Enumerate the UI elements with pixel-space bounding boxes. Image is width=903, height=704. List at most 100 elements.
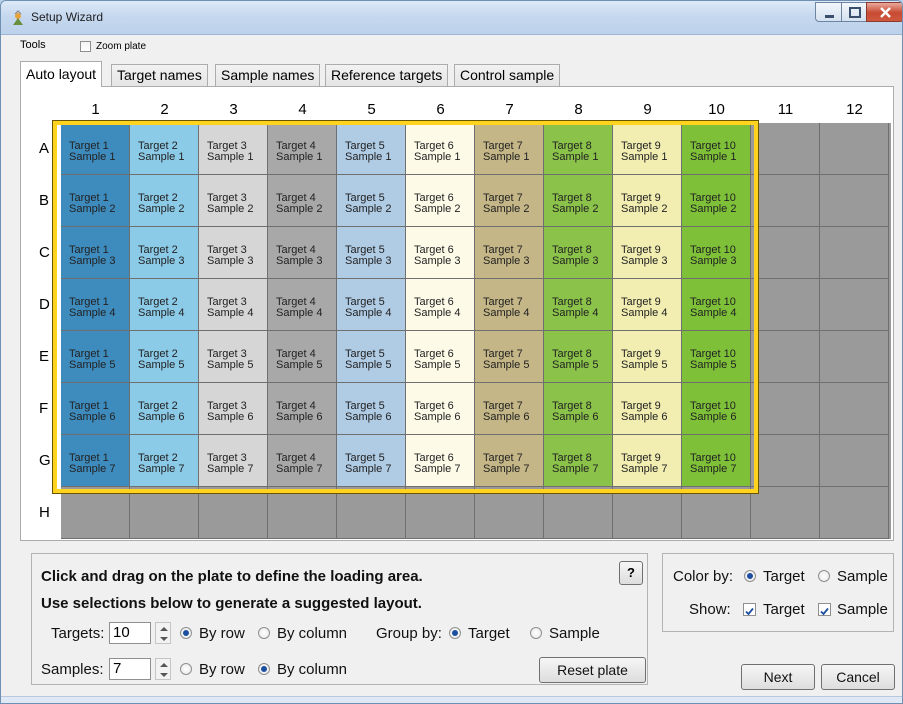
targets-count-input[interactable]: 10 bbox=[109, 622, 151, 644]
plate-well[interactable]: Target 8 Sample 1 bbox=[544, 123, 613, 175]
row-header[interactable]: B bbox=[39, 192, 49, 209]
plate-well[interactable]: Target 3 Sample 2 bbox=[199, 175, 268, 227]
plate-well[interactable]: Target 1 Sample 7 bbox=[61, 435, 130, 487]
plate-well[interactable]: Target 7 Sample 5 bbox=[475, 331, 544, 383]
plate-well[interactable]: Target 4 Sample 1 bbox=[268, 123, 337, 175]
plate-well[interactable] bbox=[199, 487, 268, 539]
plate-well[interactable]: Target 8 Sample 5 bbox=[544, 331, 613, 383]
plate-well[interactable] bbox=[544, 487, 613, 539]
show-sample-checkbox[interactable] bbox=[818, 603, 831, 616]
plate-well[interactable]: Target 2 Sample 2 bbox=[130, 175, 199, 227]
plate-well[interactable]: Target 8 Sample 3 bbox=[544, 227, 613, 279]
plate-well[interactable]: Target 10 Sample 6 bbox=[682, 383, 751, 435]
plate-well[interactable]: Target 5 Sample 6 bbox=[337, 383, 406, 435]
plate-well[interactable]: Target 1 Sample 6 bbox=[61, 383, 130, 435]
plate-well[interactable]: Target 6 Sample 2 bbox=[406, 175, 475, 227]
column-header[interactable]: 11 bbox=[751, 101, 820, 118]
plate-well[interactable]: Target 9 Sample 6 bbox=[613, 383, 682, 435]
plate-well[interactable]: Target 4 Sample 5 bbox=[268, 331, 337, 383]
plate-well[interactable] bbox=[337, 487, 406, 539]
column-header[interactable]: 5 bbox=[337, 101, 406, 118]
plate-well[interactable]: Target 2 Sample 1 bbox=[130, 123, 199, 175]
plate-well[interactable]: Target 8 Sample 7 bbox=[544, 435, 613, 487]
plate-well[interactable]: Target 5 Sample 4 bbox=[337, 279, 406, 331]
plate-well[interactable]: Target 7 Sample 7 bbox=[475, 435, 544, 487]
column-header[interactable]: 4 bbox=[268, 101, 337, 118]
plate-well[interactable]: Target 2 Sample 4 bbox=[130, 279, 199, 331]
plate-well[interactable]: Target 2 Sample 3 bbox=[130, 227, 199, 279]
plate-well[interactable]: Target 6 Sample 3 bbox=[406, 227, 475, 279]
plate-well[interactable]: Target 9 Sample 4 bbox=[613, 279, 682, 331]
color-by-target-radio[interactable] bbox=[744, 570, 756, 582]
tab-sample-names[interactable]: Sample names bbox=[215, 64, 321, 86]
help-button[interactable]: ? bbox=[619, 561, 643, 585]
maximize-button[interactable] bbox=[841, 2, 867, 22]
plate-well[interactable] bbox=[820, 175, 889, 227]
plate-well[interactable]: Target 5 Sample 1 bbox=[337, 123, 406, 175]
plate-well[interactable]: Target 1 Sample 5 bbox=[61, 331, 130, 383]
plate-well[interactable]: Target 8 Sample 6 bbox=[544, 383, 613, 435]
next-button[interactable]: Next bbox=[741, 664, 815, 690]
plate-well[interactable]: Target 3 Sample 7 bbox=[199, 435, 268, 487]
plate-well[interactable]: Target 6 Sample 4 bbox=[406, 279, 475, 331]
row-header[interactable]: F bbox=[39, 400, 48, 417]
plate-well[interactable] bbox=[820, 435, 889, 487]
plate-well[interactable] bbox=[751, 175, 820, 227]
plate-well[interactable]: Target 10 Sample 2 bbox=[682, 175, 751, 227]
well-grid[interactable]: Target 1 Sample 1 Target 2 Sample 1 Target 3… bbox=[61, 123, 891, 539]
close-button[interactable] bbox=[866, 2, 902, 22]
row-header[interactable]: A bbox=[39, 140, 49, 157]
zoom-plate-checkbox[interactable] bbox=[80, 41, 91, 52]
row-header[interactable]: D bbox=[39, 296, 50, 313]
plate-well[interactable]: Target 8 Sample 4 bbox=[544, 279, 613, 331]
plate-well[interactable] bbox=[751, 227, 820, 279]
plate-well[interactable]: Target 10 Sample 1 bbox=[682, 123, 751, 175]
plate-well[interactable]: Target 8 Sample 2 bbox=[544, 175, 613, 227]
plate-well[interactable]: Target 7 Sample 1 bbox=[475, 123, 544, 175]
plate-well[interactable]: Target 5 Sample 2 bbox=[337, 175, 406, 227]
title-bar[interactable]: Setup Wizard bbox=[1, 1, 902, 35]
plate-view[interactable]: 1 2 3 4 5 6 7 8 9 10 11 12 ABCDEFGH Target 1 Sample … bbox=[31, 93, 891, 540]
row-header[interactable]: H bbox=[39, 504, 50, 521]
targets-by-row-radio[interactable] bbox=[180, 627, 192, 639]
plate-well[interactable]: Target 3 Sample 5 bbox=[199, 331, 268, 383]
plate-well[interactable]: Target 4 Sample 6 bbox=[268, 383, 337, 435]
plate-well[interactable]: Target 6 Sample 5 bbox=[406, 331, 475, 383]
targets-spinner[interactable] bbox=[155, 622, 171, 644]
plate-well[interactable]: Target 7 Sample 3 bbox=[475, 227, 544, 279]
show-target-checkbox[interactable] bbox=[743, 603, 756, 616]
plate-well[interactable]: Target 9 Sample 1 bbox=[613, 123, 682, 175]
column-header[interactable]: 9 bbox=[613, 101, 682, 118]
tab-target-names[interactable]: Target names bbox=[111, 64, 208, 86]
plate-well[interactable]: Target 4 Sample 4 bbox=[268, 279, 337, 331]
plate-well[interactable]: Target 6 Sample 1 bbox=[406, 123, 475, 175]
plate-well[interactable] bbox=[751, 435, 820, 487]
plate-well[interactable]: Target 10 Sample 5 bbox=[682, 331, 751, 383]
plate-well[interactable] bbox=[406, 487, 475, 539]
samples-spinner[interactable] bbox=[155, 658, 171, 680]
plate-well[interactable]: Target 5 Sample 3 bbox=[337, 227, 406, 279]
plate-well[interactable]: Target 5 Sample 5 bbox=[337, 331, 406, 383]
targets-by-column-radio[interactable] bbox=[258, 627, 270, 639]
plate-well[interactable]: Target 10 Sample 3 bbox=[682, 227, 751, 279]
plate-well[interactable]: Target 7 Sample 2 bbox=[475, 175, 544, 227]
column-header[interactable]: 10 bbox=[682, 101, 751, 118]
samples-count-input[interactable]: 7 bbox=[109, 658, 151, 680]
row-header[interactable]: G bbox=[39, 452, 51, 469]
tab-reference-targets[interactable]: Reference targets bbox=[325, 64, 449, 86]
plate-well[interactable] bbox=[268, 487, 337, 539]
plate-well[interactable]: Target 5 Sample 7 bbox=[337, 435, 406, 487]
menu-tools[interactable]: Tools bbox=[20, 39, 46, 51]
plate-well[interactable] bbox=[751, 383, 820, 435]
plate-well[interactable]: Target 1 Sample 1 bbox=[61, 123, 130, 175]
plate-well[interactable] bbox=[61, 487, 130, 539]
column-header[interactable]: 8 bbox=[544, 101, 613, 118]
plate-well[interactable]: Target 7 Sample 6 bbox=[475, 383, 544, 435]
plate-well[interactable]: Target 3 Sample 1 bbox=[199, 123, 268, 175]
minimize-button[interactable] bbox=[815, 2, 842, 22]
plate-well[interactable]: Target 6 Sample 7 bbox=[406, 435, 475, 487]
cancel-button[interactable]: Cancel bbox=[821, 664, 895, 690]
column-header[interactable]: 3 bbox=[199, 101, 268, 118]
plate-well[interactable]: Target 7 Sample 4 bbox=[475, 279, 544, 331]
tab-control-sample[interactable]: Control sample bbox=[454, 64, 561, 86]
